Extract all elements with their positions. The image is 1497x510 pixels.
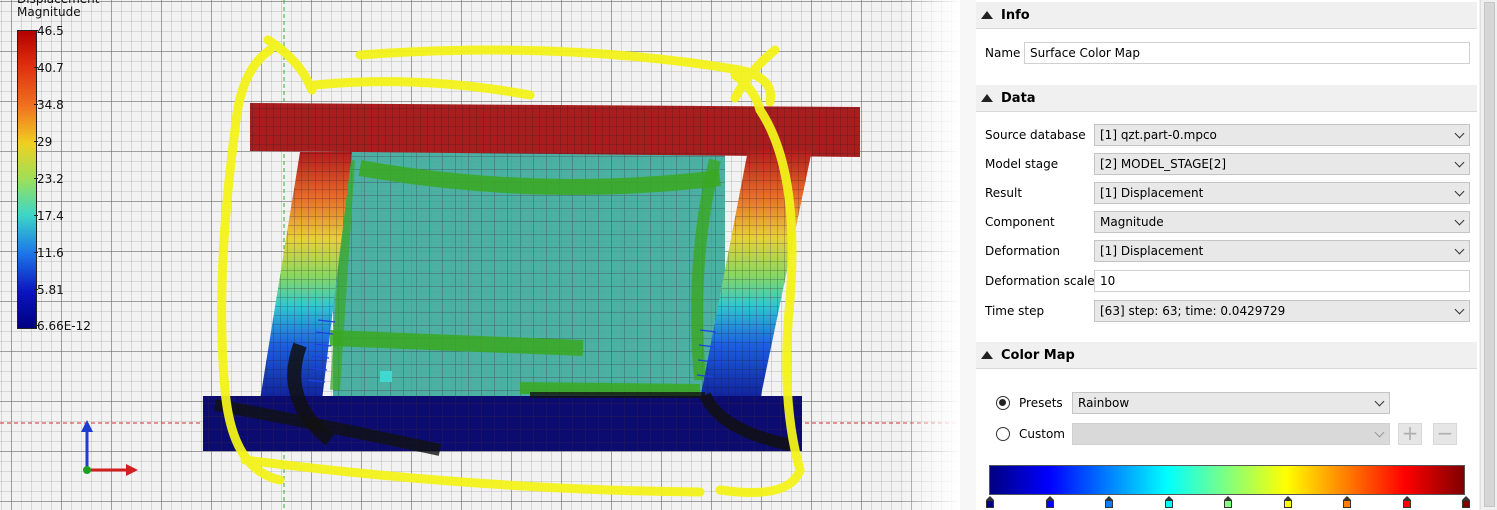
- section-info-header[interactable]: Info: [976, 2, 1477, 29]
- axis-triad: [81, 420, 138, 476]
- legend-tick: 46.5: [34, 24, 64, 38]
- time-step-value: [63] step: 63; time: 0.0429729: [1100, 304, 1286, 318]
- model-stage-label: Model stage: [985, 157, 1059, 171]
- scrollbar-thumb[interactable]: [1484, 2, 1495, 507]
- stop-swatch: [1462, 500, 1470, 508]
- section-colormap-title: Color Map: [1001, 347, 1075, 363]
- model-render: [0, 0, 960, 510]
- colormap-stop-handle[interactable]: [1105, 496, 1113, 508]
- time-step-label: Time step: [985, 304, 1045, 318]
- component-label: Component: [985, 215, 1055, 229]
- legend-tick: 5.81: [34, 283, 64, 297]
- stop-swatch: [1045, 500, 1054, 508]
- section-info-title: Info: [1001, 7, 1030, 23]
- viewport-fade: [900, 0, 960, 510]
- stop-swatch: [1343, 500, 1351, 508]
- stop-swatch: [986, 500, 994, 508]
- result-value: [1] Displacement: [1100, 186, 1204, 200]
- colormap-stop-handle[interactable]: [1462, 496, 1470, 508]
- legend-tick: 23.2: [34, 172, 64, 186]
- stop-swatch: [1164, 500, 1173, 508]
- colormap-stop-handle[interactable]: [1224, 496, 1232, 508]
- minus-icon: −: [1436, 421, 1454, 445]
- colormap-stop-handle[interactable]: [1402, 496, 1411, 508]
- deformation-label: Deformation: [985, 244, 1060, 258]
- chevron-down-icon: [1374, 396, 1385, 407]
- deformation-value: [1] Displacement: [1100, 244, 1204, 258]
- colormap-stop-handle[interactable]: [1343, 496, 1351, 508]
- legend-tick: 34.8: [34, 98, 64, 112]
- plus-icon: +: [1401, 421, 1419, 445]
- legend-tick: 6.66E-12: [34, 319, 91, 333]
- colormap-preview-bar[interactable]: [989, 465, 1465, 495]
- presets-select[interactable]: Rainbow: [1072, 392, 1390, 414]
- deformation-select[interactable]: [1] Displacement: [1094, 240, 1470, 262]
- add-stop-button[interactable]: +: [1398, 423, 1422, 445]
- result-select[interactable]: [1] Displacement: [1094, 182, 1470, 204]
- component-value: Magnitude: [1100, 215, 1164, 229]
- collapse-triangle-icon[interactable]: [981, 351, 993, 359]
- chevron-down-icon: [1374, 427, 1385, 438]
- legend-tick: 40.7: [34, 61, 64, 75]
- stop-swatch: [1283, 500, 1292, 508]
- legend-tick: 11.6: [34, 246, 64, 260]
- stop-swatch: [1224, 500, 1232, 508]
- chevron-down-icon: [1454, 304, 1465, 315]
- chevron-down-icon: [1454, 186, 1465, 197]
- stop-swatch: [1402, 500, 1411, 508]
- colormap-stop-handle[interactable]: [1164, 496, 1173, 508]
- name-label: Name: [985, 46, 1021, 60]
- legend-tick: 17.4: [34, 209, 64, 223]
- legend-color-bar: [17, 30, 37, 329]
- chevron-down-icon: [1454, 128, 1465, 139]
- source-database-value: [1] qzt.part-0.mpco: [1100, 128, 1217, 142]
- source-database-label: Source database: [985, 128, 1086, 142]
- colormap-stop-handle[interactable]: [1045, 496, 1054, 508]
- name-field[interactable]: Surface Color Map: [1024, 42, 1470, 64]
- section-colormap-header[interactable]: Color Map: [976, 342, 1477, 369]
- presets-radio[interactable]: [996, 396, 1010, 410]
- colormap-stop-handle[interactable]: [986, 496, 994, 508]
- remove-stop-button[interactable]: −: [1433, 423, 1457, 445]
- stop-swatch: [1105, 500, 1113, 508]
- result-label: Result: [985, 186, 1023, 200]
- section-data-title: Data: [1001, 90, 1036, 106]
- time-step-select[interactable]: [63] step: 63; time: 0.0429729: [1094, 300, 1470, 322]
- source-database-select[interactable]: [1] qzt.part-0.mpco: [1094, 124, 1470, 146]
- chevron-down-icon: [1454, 215, 1465, 226]
- panel-scrollbar[interactable]: [1480, 0, 1497, 510]
- presets-label: Presets: [1019, 396, 1063, 410]
- custom-radio[interactable]: [996, 427, 1010, 441]
- section-data-header[interactable]: Data: [976, 85, 1477, 112]
- legend-tick: 29: [33, 135, 53, 149]
- deformation-scale-field[interactable]: 10: [1094, 270, 1470, 292]
- custom-label: Custom: [1019, 427, 1065, 441]
- 3d-viewport[interactable]: Displacement Magnitude 46.5 40.7 34.8 29…: [0, 0, 960, 510]
- chevron-down-icon: [1454, 244, 1465, 255]
- presets-value: Rainbow: [1078, 396, 1130, 410]
- deformation-scale-label: Deformation scale: [985, 274, 1095, 288]
- custom-select[interactable]: [1072, 423, 1390, 445]
- chevron-down-icon: [1454, 157, 1465, 168]
- model-stage-value: [2] MODEL_STAGE[2]: [1100, 157, 1227, 171]
- model-stage-select[interactable]: [2] MODEL_STAGE[2]: [1094, 153, 1470, 175]
- collapse-triangle-icon[interactable]: [981, 94, 993, 102]
- colormap-stop-handle[interactable]: [1283, 496, 1292, 508]
- panel-splitter[interactable]: [960, 0, 976, 510]
- legend-title: Displacement Magnitude: [17, 0, 100, 19]
- component-select[interactable]: Magnitude: [1094, 211, 1470, 233]
- collapse-triangle-icon[interactable]: [981, 11, 993, 19]
